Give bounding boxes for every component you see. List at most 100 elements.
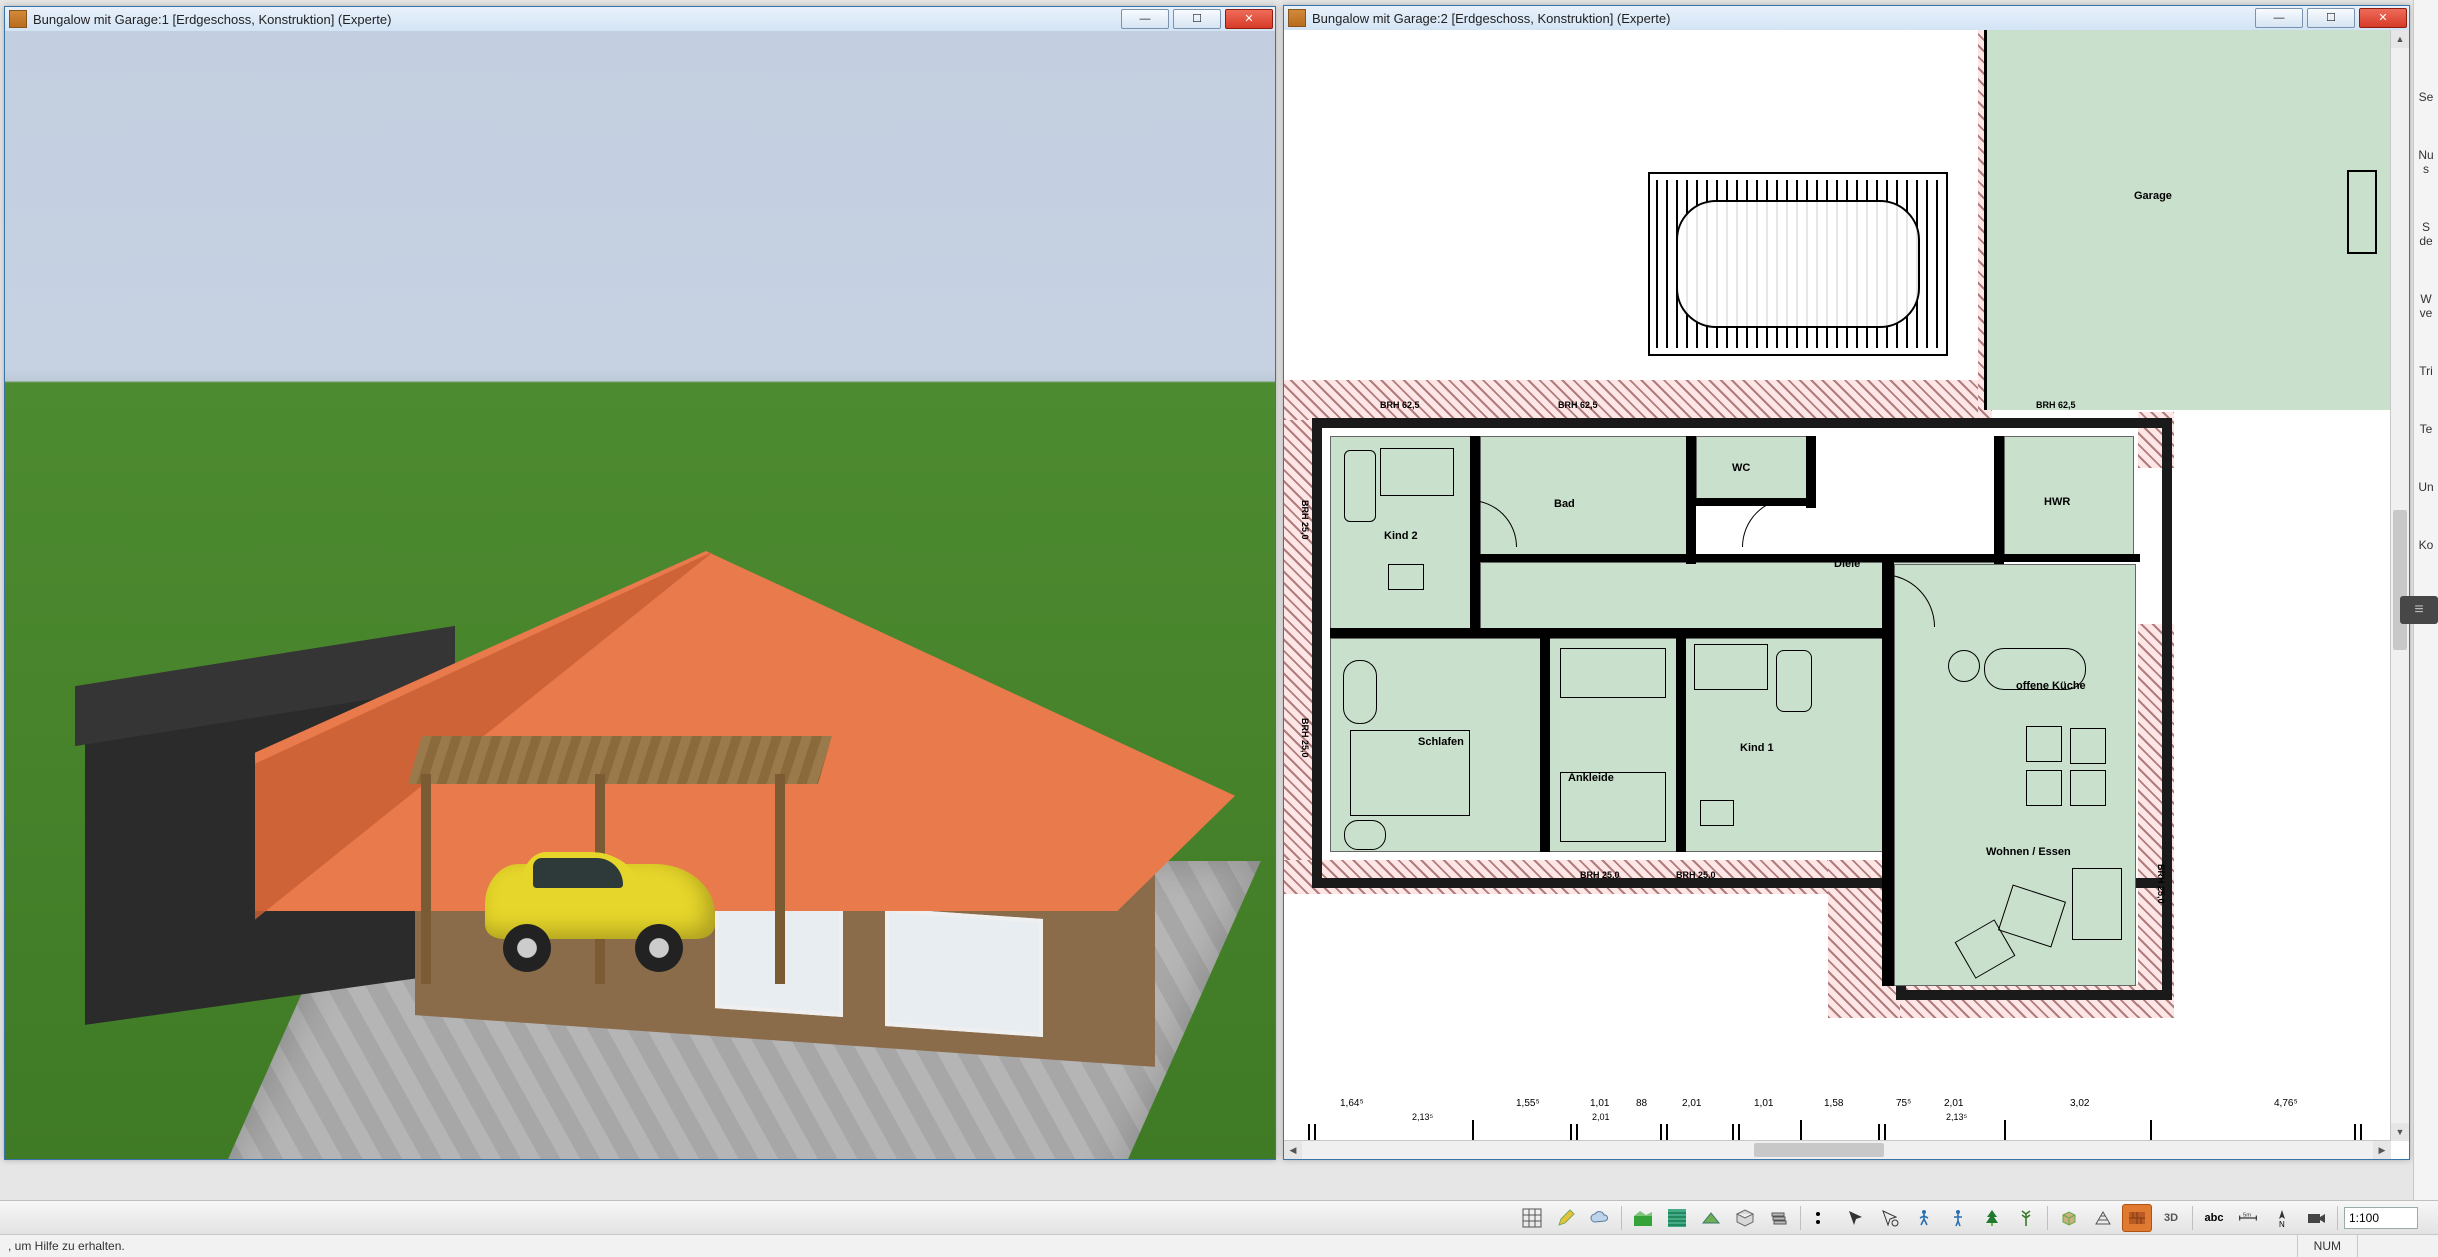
status-num: NUM — [2297, 1235, 2357, 1257]
side-panel-item[interactable]: Te — [2414, 422, 2438, 436]
furniture-chair — [2070, 770, 2106, 806]
scroll-down-button[interactable]: ▼ — [2391, 1123, 2409, 1141]
pencil-icon[interactable] — [1551, 1204, 1581, 1232]
panel-grip-icon[interactable]: ≡ — [2400, 596, 2438, 624]
app-icon — [1288, 9, 1306, 27]
scroll-thumb[interactable] — [1754, 1143, 1884, 1157]
terrain-plane-icon[interactable] — [1696, 1204, 1726, 1232]
window-title: Bungalow mit Garage:1 [Erdgeschoss, Kons… — [33, 12, 1119, 27]
furniture — [1948, 650, 1980, 682]
view-3d-label-icon[interactable]: 3D — [2156, 1204, 2186, 1232]
titlebar-plan[interactable]: Bungalow mit Garage:2 [Erdgeschoss, Kons… — [1284, 6, 2409, 31]
room-label: Kind 1 — [1740, 742, 1774, 754]
furniture — [1694, 644, 1768, 690]
person-walk-icon[interactable] — [1909, 1204, 1939, 1232]
close-button[interactable]: ✕ — [1225, 9, 1273, 29]
side-panel-item[interactable]: Se — [2414, 90, 2438, 104]
brh-label: BRH 25,0 — [2156, 864, 2166, 904]
room-label: WC — [1732, 462, 1750, 474]
side-panel-item[interactable]: S de — [2414, 220, 2438, 248]
furniture — [1560, 648, 1666, 698]
scale-input[interactable]: 1:100 — [2344, 1207, 2418, 1229]
brh-label: BRH 25,0 — [1676, 870, 1716, 880]
side-panel[interactable]: Se Nu s S de W ve Tri Te Un Ko Po ≡ — [2413, 0, 2438, 1250]
status-hint: , um Hilfe zu erhalten. — [8, 1239, 125, 1253]
camera-icon[interactable] — [2301, 1204, 2331, 1232]
statusbar: , um Hilfe zu erhalten. NUM — [0, 1234, 2438, 1257]
compass-icon[interactable]: N — [2267, 1204, 2297, 1232]
furniture — [1343, 660, 1377, 724]
dimension-tool-icon[interactable]: 5m — [2233, 1204, 2263, 1232]
mdi-workspace: Bungalow mit Garage:1 [Erdgeschoss, Kons… — [0, 0, 2438, 1160]
vertical-scrollbar[interactable]: ▲ ▼ — [2390, 30, 2409, 1141]
cube-icon[interactable] — [2054, 1204, 2084, 1232]
perspective-icon[interactable] — [2088, 1204, 2118, 1232]
brh-label: BRH 62,5 — [1558, 400, 1598, 410]
window-3d — [885, 908, 1043, 1037]
titlebar-3d[interactable]: Bungalow mit Garage:1 [Erdgeschoss, Kons… — [5, 7, 1275, 32]
horizontal-scrollbar[interactable]: ◀ ▶ — [1284, 1140, 2391, 1159]
furniture — [1344, 450, 1376, 522]
furniture-sofa — [2072, 868, 2122, 940]
scroll-right-button[interactable]: ▶ — [2373, 1141, 2391, 1159]
grid3d-icon[interactable] — [1730, 1204, 1760, 1232]
furniture — [1380, 448, 1454, 496]
furniture-chair — [2026, 770, 2062, 806]
floorplan-canvas[interactable]: Garage BRH 62,5 BRH 62,5 BRH 62,5 — [1284, 30, 2391, 1141]
brh-label: BRH 62,5 — [1380, 400, 1420, 410]
room-label: Wohnen / Essen — [1986, 846, 2071, 858]
side-panel-item[interactable]: Un — [2414, 480, 2438, 494]
minimize-button[interactable]: — — [2255, 8, 2303, 28]
close-button[interactable]: ✕ — [2359, 8, 2407, 28]
room-label: Kind 2 — [1384, 530, 1418, 542]
picker-icon[interactable] — [1875, 1204, 1905, 1232]
furniture-chair — [2070, 728, 2106, 764]
bottom-toolbar: 3D abc 5m N 1:100 — [0, 1200, 2438, 1235]
scale-value: 1:100 — [2349, 1211, 2379, 1225]
room-label: Diele — [1834, 558, 1860, 570]
object-select-icon[interactable] — [1841, 1204, 1871, 1232]
room-label-garage: Garage — [2134, 190, 2172, 202]
furniture — [1700, 800, 1734, 826]
brh-label: BRH 62,5 — [2036, 400, 2076, 410]
furniture-bed — [1350, 730, 1470, 816]
viewport-3d[interactable] — [5, 31, 1275, 1159]
scroll-left-button[interactable]: ◀ — [1284, 1141, 1302, 1159]
side-panel-item[interactable]: Tri — [2414, 364, 2438, 378]
view-toggle-brick-icon[interactable] — [2122, 1204, 2152, 1232]
text-abc-icon[interactable]: abc — [2199, 1204, 2229, 1232]
minimize-button[interactable]: — — [1121, 9, 1169, 29]
terrain-green-icon[interactable] — [1628, 1204, 1658, 1232]
point-icon[interactable] — [1807, 1204, 1837, 1232]
side-panel-item[interactable]: Ko — [2414, 538, 2438, 552]
svg-text:N: N — [2279, 1220, 2285, 1228]
maximize-button[interactable]: ☐ — [1173, 9, 1221, 29]
window-3d-view[interactable]: Bungalow mit Garage:1 [Erdgeschoss, Kons… — [4, 6, 1276, 1160]
person-stand-icon[interactable] — [1943, 1204, 1973, 1232]
cloud-icon[interactable] — [1585, 1204, 1615, 1232]
grid-icon[interactable] — [1517, 1204, 1547, 1232]
room-label: Bad — [1554, 498, 1575, 510]
furniture-chair — [2026, 726, 2062, 762]
terrace-hatch — [1284, 420, 1314, 890]
scroll-up-button[interactable]: ▲ — [2391, 30, 2409, 48]
branch-icon[interactable] — [2011, 1204, 2041, 1232]
stack-icon[interactable] — [1764, 1204, 1794, 1232]
brh-label: BRH 25,0 — [1580, 870, 1620, 880]
room-wc — [1696, 436, 1808, 502]
pool-object — [1648, 172, 1948, 356]
conifer-icon[interactable] — [1977, 1204, 2007, 1232]
terrain-hatch-icon[interactable] — [1662, 1204, 1692, 1232]
furniture — [1560, 772, 1666, 842]
brh-label: BRH 25,0 — [1300, 500, 1310, 540]
window-title: Bungalow mit Garage:2 [Erdgeschoss, Kons… — [1312, 11, 2253, 26]
side-panel-item[interactable]: Nu s — [2414, 148, 2438, 176]
brh-label: BRH 25,0 — [1300, 718, 1310, 758]
maximize-button[interactable]: ☐ — [2307, 8, 2355, 28]
side-panel-item[interactable]: W ve — [2414, 292, 2438, 320]
room-label: HWR — [2044, 496, 2070, 508]
scroll-thumb[interactable] — [2393, 510, 2407, 650]
furniture — [1344, 820, 1386, 850]
svg-text:5m: 5m — [2243, 1212, 2251, 1218]
window-floorplan[interactable]: Bungalow mit Garage:2 [Erdgeschoss, Kons… — [1283, 5, 2410, 1160]
